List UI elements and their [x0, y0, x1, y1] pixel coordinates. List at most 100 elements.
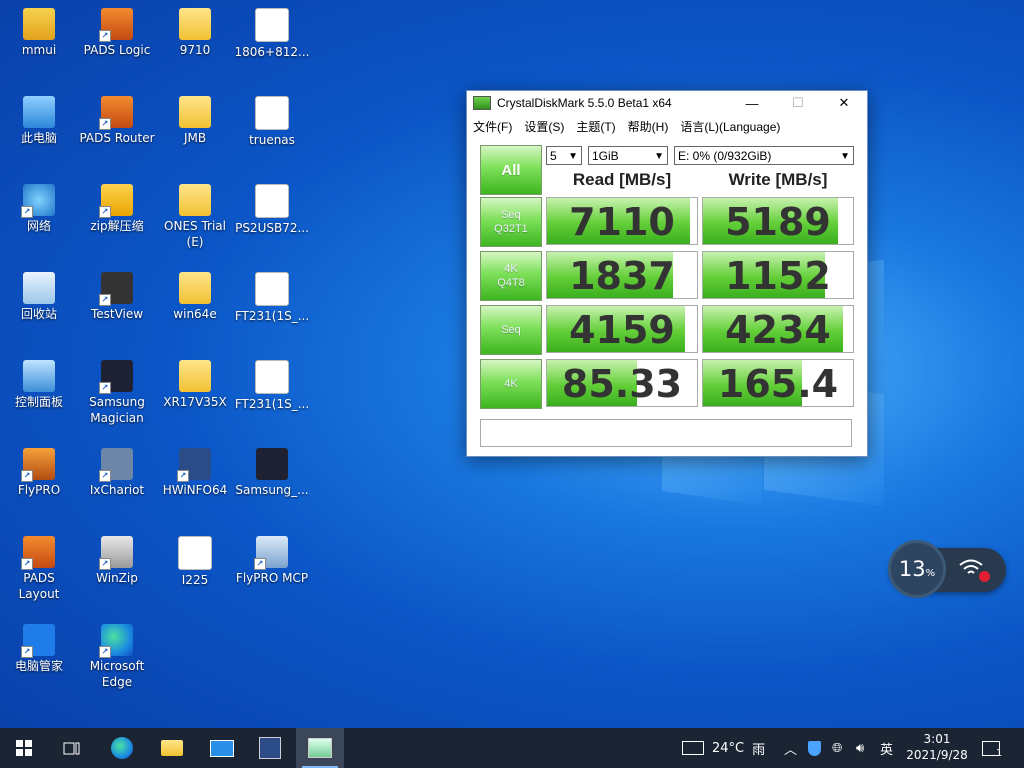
menu-help[interactable]: 帮助(H): [628, 118, 669, 135]
folder-icon: [179, 184, 211, 216]
menu-settings[interactable]: 设置(S): [524, 118, 564, 135]
desktop-icon[interactable]: PS2USB72...: [234, 184, 310, 236]
desktop-icon[interactable]: ↗ 网络: [1, 184, 77, 234]
drive-select[interactable]: E: 0% (0/932GiB) ▼: [674, 146, 854, 165]
desktop-icon-label: 1806+812...: [234, 45, 310, 59]
desktop-icon-label: XR17V35X: [163, 395, 227, 409]
desktop-icon-label: FT231(1S_...: [234, 309, 310, 323]
all-button[interactable]: All: [480, 145, 542, 195]
test-size-select[interactable]: 1GiB ▼: [588, 146, 668, 165]
pads-router-icon: ↗: [99, 96, 133, 130]
tray-security[interactable]: [808, 728, 821, 768]
desktop-icon[interactable]: ↗ Microsoft Edge: [79, 624, 155, 690]
task-view-button[interactable]: [48, 728, 96, 768]
menu-file[interactable]: 文件(F): [473, 118, 512, 135]
desktop-icon[interactable]: ↗ IxChariot: [79, 448, 155, 498]
benchmark-panel: All 5 ▼ 1GiB ▼ E: 0% (0/932GiB) ▼ Read […: [467, 139, 867, 455]
desktop-icon-label: PS2USB72...: [235, 221, 309, 235]
desktop-icon-label: I225: [181, 573, 209, 587]
minimize-button[interactable]: —: [729, 91, 775, 115]
desktop-icon[interactable]: 1806+812...: [234, 8, 310, 60]
desktop-icon[interactable]: FT231(1S_...: [234, 360, 310, 412]
tray-volume[interactable]: 🔊︎: [856, 728, 864, 768]
comment-field[interactable]: [480, 419, 852, 447]
title-bar[interactable]: CrystalDiskMark 5.5.0 Beta1 x64 — ☐ ✕: [467, 91, 867, 115]
shortcut-arrow-icon: ↗: [99, 118, 111, 130]
test-name: Seq: [501, 324, 521, 336]
shortcut-arrow-icon: ↗: [99, 558, 111, 570]
write-result-cell: 1152: [702, 251, 854, 299]
desktop-icon[interactable]: mmui: [1, 8, 77, 58]
shortcut-arrow-icon: ↗: [99, 294, 111, 306]
taskbar-edge[interactable]: [98, 728, 146, 768]
test-count-select[interactable]: 5 ▼: [546, 146, 582, 165]
desktop-icon-label: PADS Layout: [18, 571, 60, 601]
show-hidden-icons-button[interactable]: ︿: [784, 728, 797, 768]
test-button-2[interactable]: Seq: [480, 305, 542, 355]
close-button[interactable]: ✕: [821, 91, 867, 115]
desktop-icon[interactable]: ↗ FlyPRO: [1, 448, 77, 498]
test-name: 4K: [504, 378, 518, 390]
desktop-icon[interactable]: Samsung_...: [234, 448, 310, 498]
tray-network[interactable]: 🌐︎: [832, 728, 842, 768]
pads-logic-icon: ↗: [99, 8, 133, 42]
desktop-icon[interactable]: ↗ FlyPRO MCP: [234, 536, 310, 586]
clock[interactable]: 3:01 2021/9/28: [900, 731, 974, 763]
samsung-icon: [256, 448, 288, 480]
folder-icon: [179, 8, 211, 40]
notification-center-button[interactable]: 1: [982, 728, 1002, 768]
menu-language[interactable]: 语言(L)(Language): [680, 118, 780, 135]
desktop-icon[interactable]: ↗ WinZip: [79, 536, 155, 586]
desktop-icon[interactable]: ↗ PADS Logic: [79, 8, 155, 58]
write-result-cell: 4234: [702, 305, 854, 353]
desktop-icon[interactable]: 控制面板: [1, 360, 77, 410]
folder-icon: [179, 272, 211, 304]
network-speed-widget[interactable]: 13%: [888, 540, 1006, 598]
shortcut-arrow-icon: ↗: [99, 646, 111, 658]
crystaldiskmark-icon: [308, 738, 332, 758]
desktop-icon[interactable]: ↗ TestView: [79, 272, 155, 322]
desktop-icon[interactable]: 回收站: [1, 272, 77, 322]
desktop-icon[interactable]: ↗ PADS Layout: [1, 536, 77, 602]
desktop-icon[interactable]: ↗ HWiNFO64: [157, 448, 233, 498]
desktop-icon-label: 此电脑: [20, 131, 57, 145]
desktop-icon[interactable]: JMB: [157, 96, 233, 146]
menu-theme[interactable]: 主题(T): [576, 118, 615, 135]
file-icon: [255, 8, 289, 42]
desktop-icon[interactable]: ↗ zip解压缩: [79, 184, 155, 234]
desktop-icon-label: PADS Logic: [83, 43, 151, 57]
shortcut-arrow-icon: ↗: [99, 206, 111, 218]
desktop-icon[interactable]: truenas: [234, 96, 310, 148]
desktop-icon[interactable]: FT231(1S_...: [234, 272, 310, 324]
weather-icon: [682, 741, 704, 755]
desktop-icon[interactable]: I225: [157, 536, 233, 588]
taskbar-hwinfo[interactable]: [246, 728, 294, 768]
taskbar-mail[interactable]: [198, 728, 246, 768]
desktop-icon[interactable]: XR17V35X: [157, 360, 233, 410]
file-icon: [178, 536, 212, 570]
weather-widget[interactable]: 24°C 雨: [682, 728, 765, 768]
test-button-1[interactable]: 4K Q4T8: [480, 251, 542, 301]
taskbar: 24°C 雨 ︿ 🌐︎ 🔊︎ 英 3:01 2021/9/28 1: [0, 728, 1024, 768]
taskbar-crystaldiskmark[interactable]: [296, 728, 344, 768]
maximize-button[interactable]: ☐: [775, 91, 821, 115]
desktop-icon[interactable]: 9710: [157, 8, 233, 58]
desktop-icon[interactable]: ONES Trial (E): [157, 184, 233, 250]
desktop-icon[interactable]: win64e: [157, 272, 233, 322]
user-folder-icon: [23, 8, 55, 40]
test-button-3[interactable]: 4K: [480, 359, 542, 409]
start-button[interactable]: [0, 728, 48, 768]
desktop-icon[interactable]: ↗ Samsung Magician: [79, 360, 155, 426]
no-connection-badge: [979, 571, 990, 582]
tray-ime[interactable]: 英: [880, 728, 893, 768]
taskbar-file-explorer[interactable]: [148, 728, 196, 768]
edge-icon: [111, 737, 133, 759]
desktop-icon[interactable]: ↗ 电脑管家: [1, 624, 77, 674]
file-icon: [255, 184, 289, 218]
test-button-0[interactable]: Seq Q32T1: [480, 197, 542, 247]
winzip-icon: ↗: [99, 536, 133, 570]
desktop-icon[interactable]: 此电脑: [1, 96, 77, 146]
read-result-value: 1837: [569, 254, 675, 298]
desktop-icon-label: PADS Router: [79, 131, 155, 145]
desktop-icon[interactable]: ↗ PADS Router: [79, 96, 155, 146]
